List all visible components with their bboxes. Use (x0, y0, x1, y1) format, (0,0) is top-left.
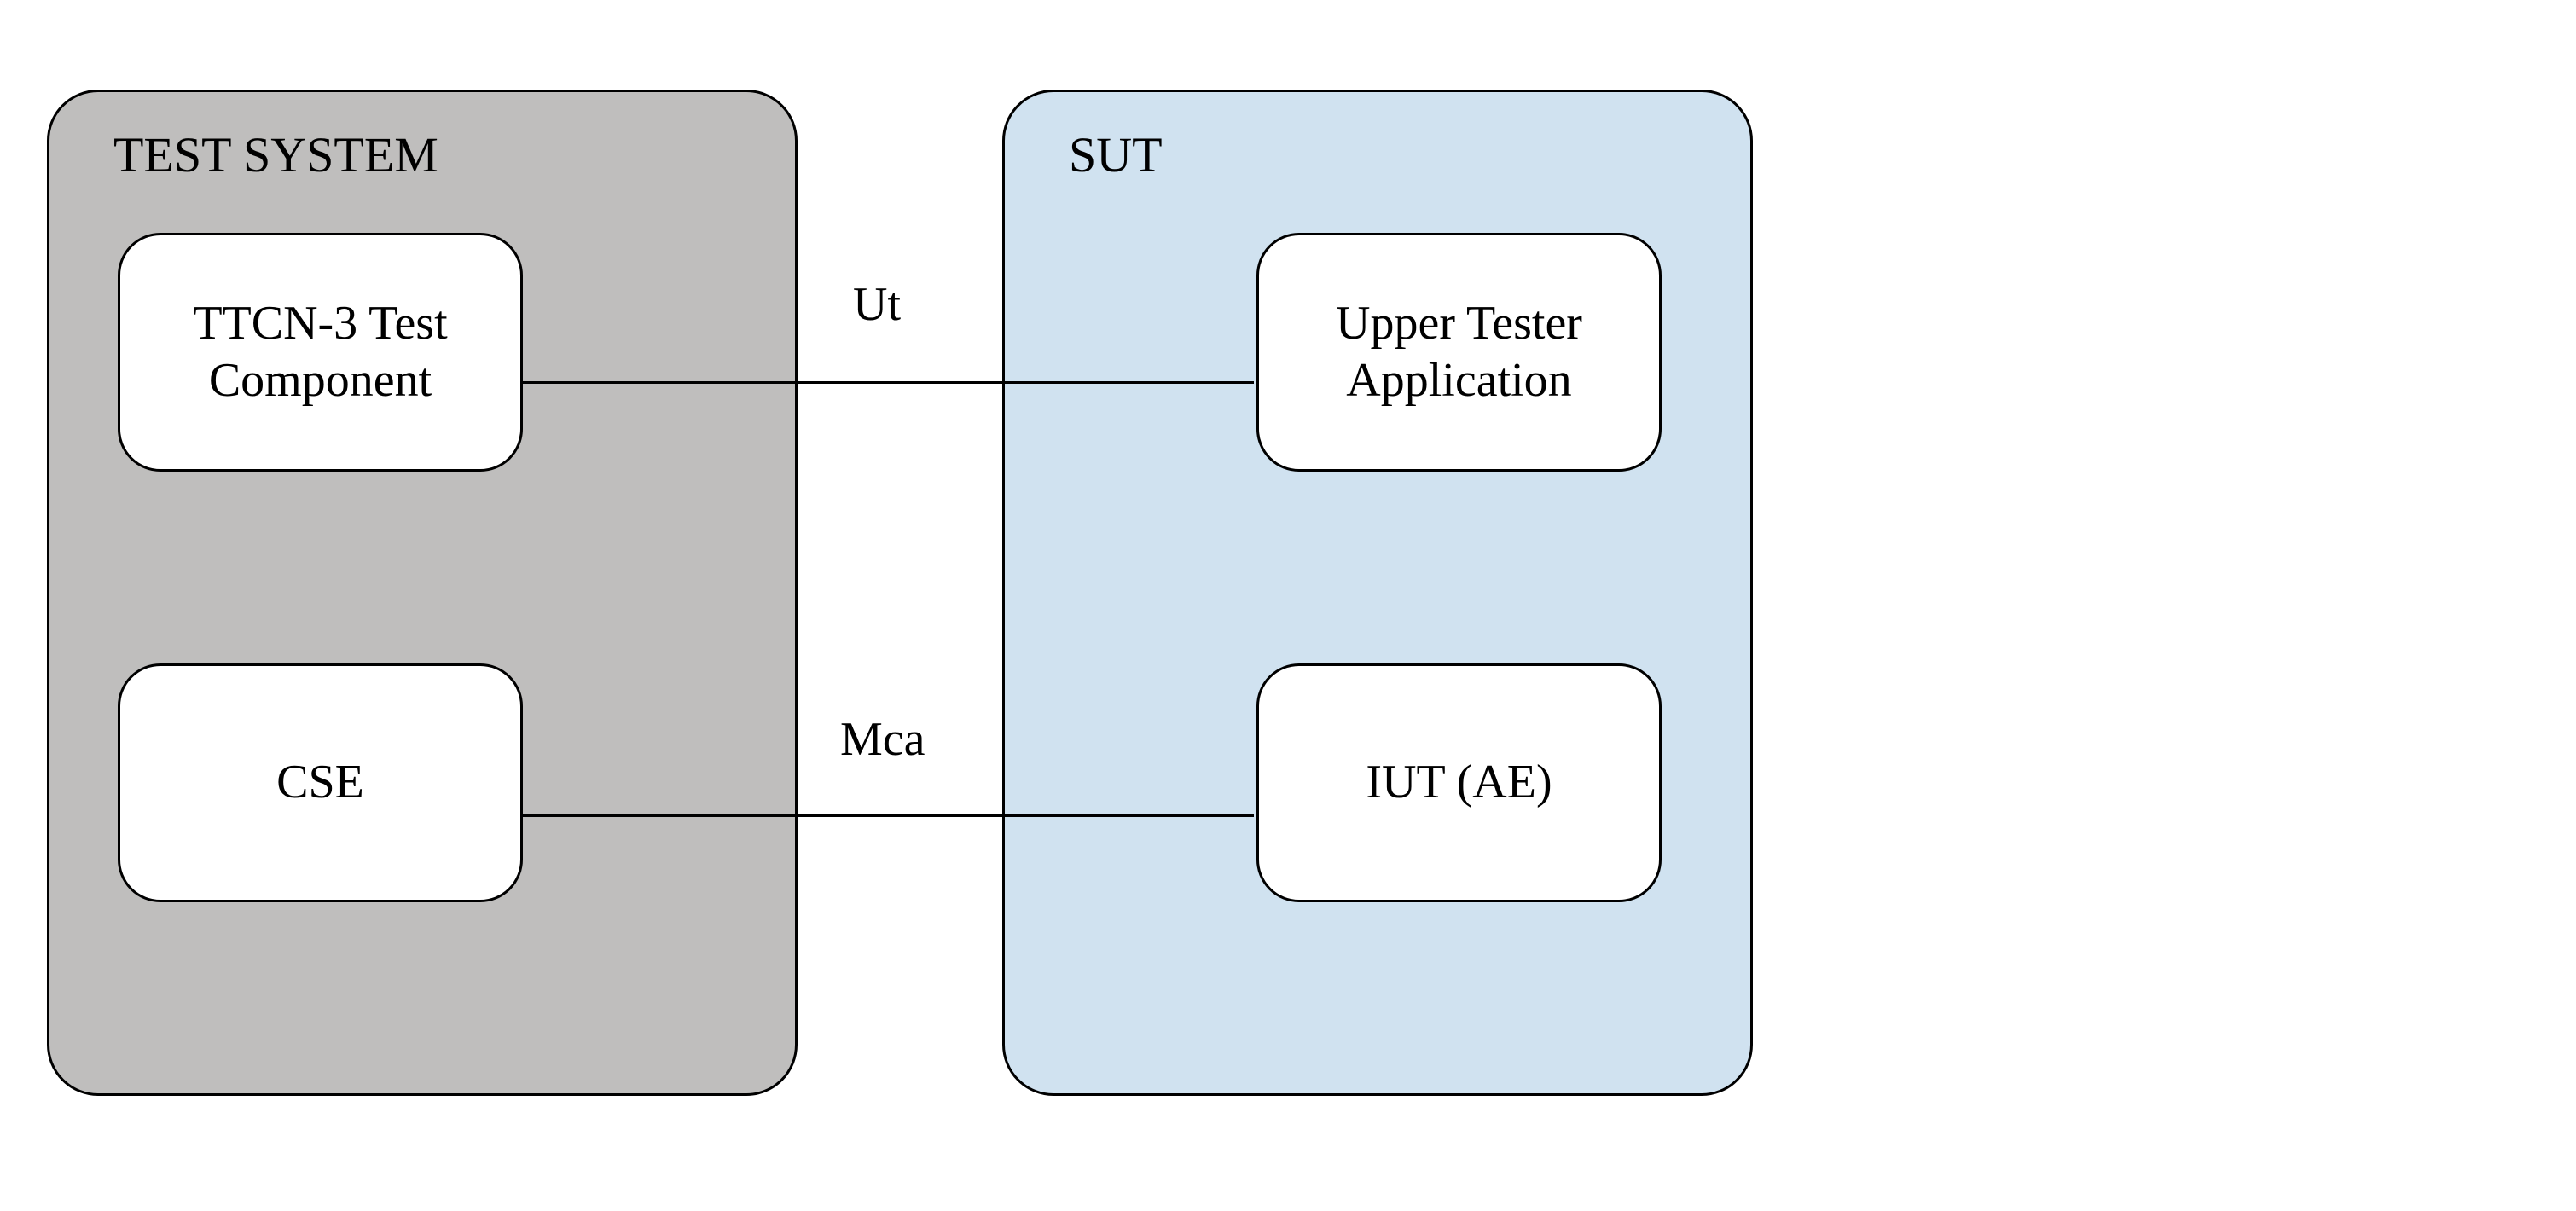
test-system-title: TEST SYSTEM (113, 126, 438, 183)
sut-title: SUT (1069, 126, 1163, 183)
ttcn-test-component-box: TTCN-3 TestComponent (118, 233, 523, 472)
iut-ae-box: IUT (AE) (1256, 663, 1662, 902)
mca-connector-label: Mca (840, 712, 925, 767)
upper-tester-application-label: Upper TesterApplication (1336, 295, 1582, 409)
cse-label: CSE (276, 754, 364, 811)
ut-connector-line (520, 381, 1254, 384)
ut-connector-label: Ut (853, 277, 901, 332)
cse-box: CSE (118, 663, 523, 902)
upper-tester-application-box: Upper TesterApplication (1256, 233, 1662, 472)
sut-block: SUT Upper TesterApplication IUT (AE) (1002, 90, 1753, 1096)
mca-connector-line (520, 814, 1254, 817)
ttcn-test-component-label: TTCN-3 TestComponent (193, 295, 447, 409)
iut-ae-label: IUT (AE) (1366, 754, 1552, 811)
test-system-block: TEST SYSTEM TTCN-3 TestComponent CSE (47, 90, 798, 1096)
